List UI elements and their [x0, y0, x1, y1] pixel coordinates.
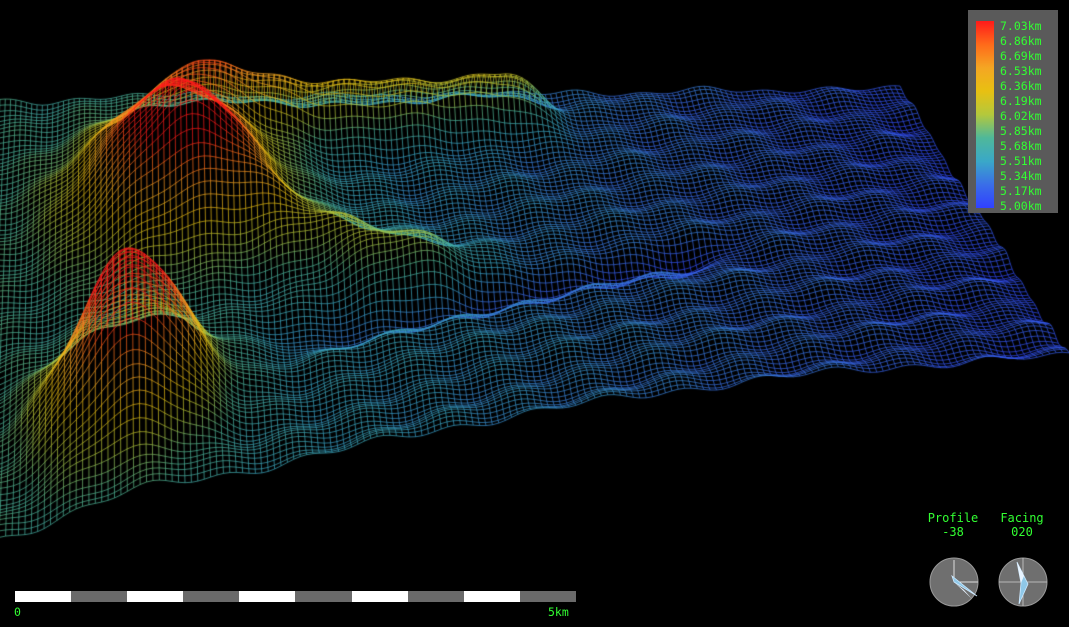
legend-label: 7.03km	[1000, 19, 1042, 33]
scale-segment	[71, 591, 128, 602]
terrain-wireframe-mesh[interactable]	[0, 0, 1069, 627]
legend-label: 6.19km	[1000, 94, 1042, 108]
legend-label: 5.00km	[1000, 199, 1042, 213]
scale-segment	[183, 591, 240, 602]
scale-end-label: 5km	[548, 605, 569, 619]
facing-compass-icon[interactable]	[997, 556, 1049, 608]
legend-label: 6.69km	[1000, 49, 1042, 63]
scale-segment	[519, 591, 576, 602]
legend-label: 5.85km	[1000, 124, 1042, 138]
legend-label: 6.53km	[1000, 64, 1042, 78]
facing-readout: Facing 020	[992, 511, 1052, 539]
elevation-legend-labels: 7.03km 6.86km 6.69km 6.53km 6.36km 6.19k…	[1000, 19, 1042, 214]
scale-start-label: 0	[14, 605, 21, 619]
profile-value: -38	[942, 525, 964, 539]
legend-label: 5.51km	[1000, 154, 1042, 168]
elevation-legend: 7.03km 6.86km 6.69km 6.53km 6.36km 6.19k…	[968, 10, 1058, 213]
legend-label: 5.34km	[1000, 169, 1042, 183]
profile-readout: Profile -38	[922, 511, 984, 539]
scale-segment	[15, 591, 72, 602]
scale-segment	[239, 591, 296, 602]
scale-segment	[127, 591, 184, 602]
facing-value: 020	[1011, 525, 1033, 539]
scale-segment	[463, 591, 520, 602]
legend-label: 5.17km	[1000, 184, 1042, 198]
scale-segment	[351, 591, 408, 602]
terrain-viewport[interactable]: 7.03km 6.86km 6.69km 6.53km 6.36km 6.19k…	[0, 0, 1069, 627]
elevation-color-ramp	[976, 21, 994, 208]
legend-label: 6.36km	[1000, 79, 1042, 93]
legend-label: 6.02km	[1000, 109, 1042, 123]
profile-dial-icon[interactable]	[928, 556, 980, 608]
distance-scale-bar	[15, 591, 576, 602]
scale-segment	[407, 591, 464, 602]
scale-segment	[295, 591, 352, 602]
legend-label: 6.86km	[1000, 34, 1042, 48]
profile-title: Profile	[927, 511, 979, 525]
legend-label: 5.68km	[1000, 139, 1042, 153]
facing-title: Facing	[1000, 511, 1044, 525]
